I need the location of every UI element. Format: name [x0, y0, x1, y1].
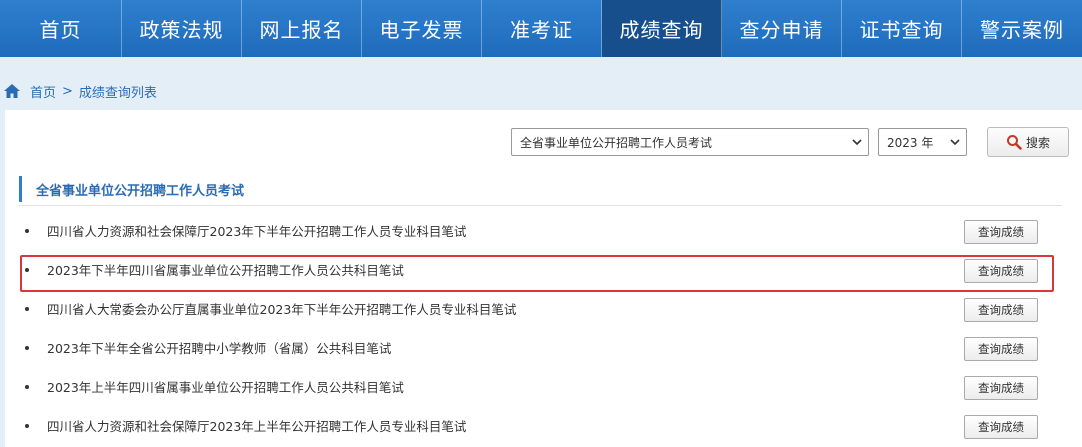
query-score-button[interactable]: 查询成绩	[964, 415, 1038, 439]
list-item-title[interactable]: 四川省人力资源和社会保障厅2023年下半年公开招聘工作人员专业科目笔试	[47, 221, 466, 240]
search-icon	[1006, 135, 1022, 150]
list-item: 2023年下半年四川省属事业单位公开招聘工作人员公共科目笔试 查询成绩	[23, 255, 1051, 285]
list-item-title[interactable]: 四川省人大常委会办公厅直属事业单位2023年下半年公开招聘工作人员专业科目笔试	[47, 299, 516, 318]
nav-item-score-review[interactable]: 查分申请	[722, 0, 842, 57]
exam-type-select[interactable]: 全省事业单位公开招聘工作人员考试	[511, 128, 869, 156]
section-divider	[19, 205, 1062, 206]
nav-item-invoice[interactable]: 电子发票	[362, 0, 482, 57]
list-item-title[interactable]: 2023年下半年全省公开招聘中小学教师（省属）公共科目笔试	[47, 338, 391, 357]
list-item-title[interactable]: 2023年下半年四川省属事业单位公开招聘工作人员公共科目笔试	[47, 260, 404, 279]
section-title: 全省事业单位公开招聘工作人员考试	[19, 176, 244, 202]
list-item: 四川省人大常委会办公厅直属事业单位2023年下半年公开招聘工作人员专业科目笔试 …	[23, 294, 1051, 324]
breadcrumb-separator: >	[62, 83, 73, 99]
breadcrumb-home[interactable]: 首页	[30, 82, 56, 101]
exam-type-select-value: 全省事业单位公开招聘工作人员考试	[520, 135, 713, 150]
bullet	[25, 424, 29, 428]
nav-item-warning-cases[interactable]: 警示案例	[962, 0, 1082, 57]
nav-item-registration[interactable]: 网上报名	[242, 0, 362, 57]
year-select-value: 2023 年	[887, 135, 934, 150]
nav-item-certificate[interactable]: 证书查询	[842, 0, 962, 57]
list-item: 2023年上半年四川省属事业单位公开招聘工作人员公共科目笔试 查询成绩	[23, 372, 1051, 402]
query-score-button[interactable]: 查询成绩	[964, 220, 1038, 244]
list-item-title[interactable]: 四川省人力资源和社会保障厅2023年上半年公开招聘工作人员专业科目笔试	[47, 416, 466, 435]
home-icon[interactable]	[4, 84, 20, 98]
breadcrumb: 首页 > 成绩查询列表	[0, 76, 157, 106]
search-button-label: 搜索	[1025, 135, 1050, 150]
bullet	[25, 385, 29, 389]
query-score-button[interactable]: 查询成绩	[964, 376, 1038, 400]
bullet	[25, 229, 29, 233]
nav-item-admission-ticket[interactable]: 准考证	[482, 0, 602, 57]
breadcrumb-current: 成绩查询列表	[78, 85, 157, 101]
chevron-down-icon	[950, 139, 960, 146]
bullet	[25, 268, 29, 272]
list-item: 四川省人力资源和社会保障厅2023年下半年公开招聘工作人员专业科目笔试 查询成绩	[23, 216, 1051, 246]
chevron-down-icon	[852, 139, 862, 146]
list-item-title[interactable]: 2023年上半年四川省属事业单位公开招聘工作人员公共科目笔试	[47, 377, 404, 396]
list-item: 四川省人力资源和社会保障厅2023年上半年公开招聘工作人员专业科目笔试 查询成绩	[23, 411, 1051, 441]
bullet	[25, 307, 29, 311]
query-score-button[interactable]: 查询成绩	[964, 259, 1038, 283]
query-score-button[interactable]: 查询成绩	[964, 298, 1038, 322]
bullet	[25, 346, 29, 350]
nav-item-home[interactable]: 首页	[0, 0, 122, 57]
list-item: 2023年下半年全省公开招聘中小学教师（省属）公共科目笔试 查询成绩	[23, 333, 1051, 363]
search-button[interactable]: 搜索	[987, 127, 1069, 157]
main-panel: 全省事业单位公开招聘工作人员考试 2023 年 搜索 全省事业单位公开招聘工作人…	[5, 110, 1082, 447]
top-nav: 首页 政策法规 网上报名 电子发票 准考证 成绩查询 查分申请 证书查询 警示案…	[0, 0, 1082, 57]
nav-item-policy[interactable]: 政策法规	[122, 0, 242, 57]
nav-item-score-query[interactable]: 成绩查询	[602, 0, 722, 57]
query-score-button[interactable]: 查询成绩	[964, 337, 1038, 361]
year-select[interactable]: 2023 年	[878, 128, 967, 156]
